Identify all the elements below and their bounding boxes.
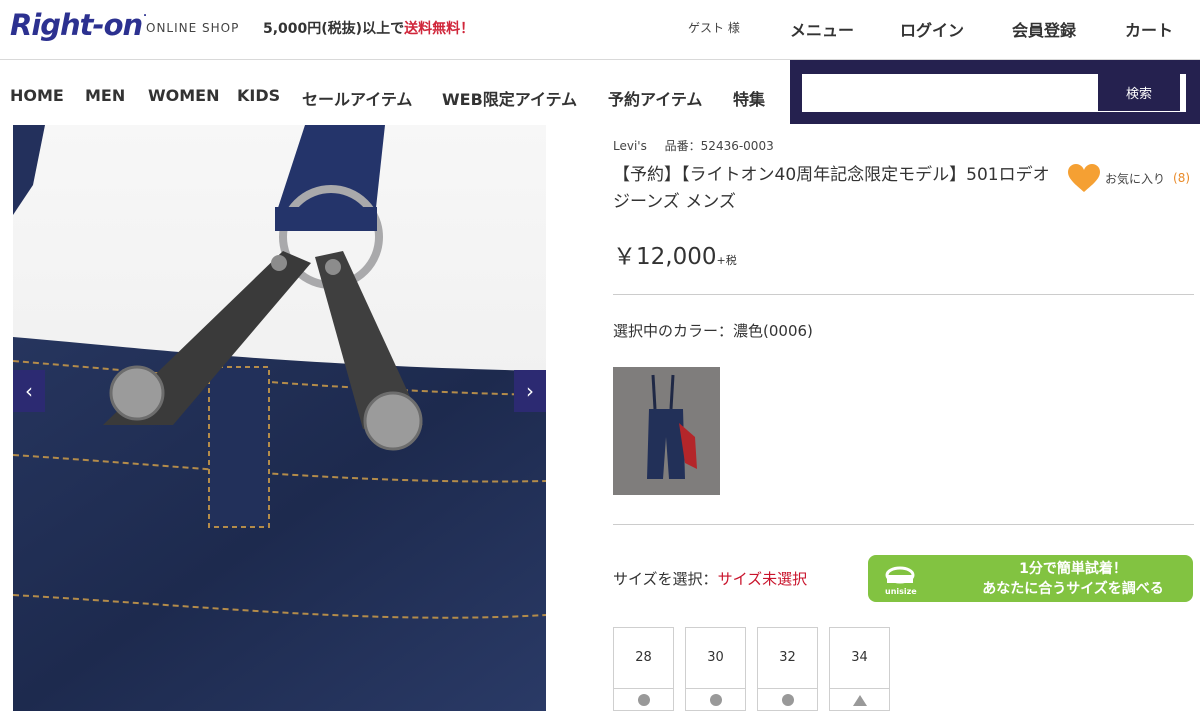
fit-line-2: あなたに合うサイズを調べる: [982, 581, 1164, 597]
swatch-image: [613, 367, 720, 495]
brand-name[interactable]: Levi's: [613, 139, 647, 153]
gallery-next-button[interactable]: ›: [514, 370, 546, 412]
nav-home[interactable]: HOME: [10, 86, 64, 105]
size-option[interactable]: 28: [613, 627, 674, 711]
size-select-label: サイズを選択：サイズ未選択: [613, 570, 808, 588]
chevron-left-icon: ‹: [25, 379, 33, 403]
nav-preorder[interactable]: 予約アイテム: [608, 86, 702, 110]
free-shipping-text: 送料無料！: [404, 21, 475, 37]
favorite-count: (8): [1173, 171, 1191, 185]
stock-status: [758, 688, 817, 711]
size-option[interactable]: 34: [829, 627, 890, 711]
guest-greeting: ゲスト 様: [688, 21, 740, 35]
color-swatch[interactable]: [613, 367, 720, 495]
in-stock-icon: [781, 694, 794, 706]
size-option[interactable]: 32: [757, 627, 818, 711]
nav-men[interactable]: MEN: [85, 86, 125, 105]
chevron-right-icon: ›: [526, 379, 534, 403]
site-logo[interactable]: Right-on.: [10, 8, 147, 42]
unisize-logo-text: unisize: [885, 587, 917, 596]
product-meta: Levi's 品番：52436-0003: [613, 137, 774, 154]
nav-sale[interactable]: セールアイテム: [302, 86, 412, 110]
product-image: [13, 125, 546, 711]
fit-text: 1分で簡単試着！ あなたに合うサイズを調べる: [958, 559, 1188, 599]
nav-kids[interactable]: KIDS: [237, 86, 280, 105]
stock-status: [686, 688, 745, 711]
size-label: 32: [779, 650, 796, 665]
search-button[interactable]: 検索: [1098, 74, 1180, 111]
nav-feature[interactable]: 特集: [733, 86, 765, 110]
product-price: ￥12,000+税: [613, 244, 737, 270]
in-stock-icon: [637, 694, 650, 706]
unisize-fit-button[interactable]: unisize 1分で簡単試着！ あなたに合うサイズを調べる: [868, 555, 1193, 602]
divider: [613, 524, 1194, 525]
login-link[interactable]: ログイン: [900, 17, 964, 41]
low-stock-icon: [852, 694, 867, 706]
size-label: 34: [851, 650, 868, 665]
divider: [613, 294, 1194, 295]
in-stock-icon: [709, 694, 722, 706]
favorite-label: お気に入り: [1105, 171, 1166, 186]
online-shop-label: ONLINE SHOP: [146, 21, 240, 35]
fit-line-1: 1分で簡単試着！: [1019, 561, 1127, 577]
product-code: 品番：52436-0003: [664, 139, 774, 153]
favorite-button[interactable]: お気に入り (8): [1067, 163, 1190, 193]
stock-status: [614, 688, 673, 711]
nav-women[interactable]: WOMEN: [148, 86, 220, 105]
selected-color-label: 選択中のカラー：濃色(0006): [613, 322, 813, 340]
product-photo: [13, 125, 546, 711]
logo-mark: .: [143, 8, 147, 19]
stock-status: [830, 688, 889, 711]
tax-note: +税: [716, 254, 737, 267]
product-title: 【予約】【ライトオン40周年記念限定モデル】501ロデオジーンズ メンズ: [613, 165, 1050, 212]
register-link[interactable]: 会員登録: [1012, 17, 1076, 41]
nav-web-limited[interactable]: WEB限定アイテム: [442, 86, 577, 110]
gallery-prev-button[interactable]: ‹: [13, 370, 45, 412]
shipping-banner: 5,000円(税抜)以上で送料無料！: [263, 21, 475, 37]
size-status: サイズ未選択: [717, 570, 808, 588]
heart-icon: [1068, 164, 1100, 192]
size-label: 28: [635, 650, 652, 665]
size-option[interactable]: 30: [685, 627, 746, 711]
menu-link[interactable]: メニュー: [790, 17, 854, 41]
cart-link[interactable]: カート: [1125, 17, 1173, 41]
top-header: Right-on. ONLINE SHOP 5,000円(税抜)以上で送料無料！…: [0, 0, 1200, 60]
size-label: 30: [707, 650, 724, 665]
